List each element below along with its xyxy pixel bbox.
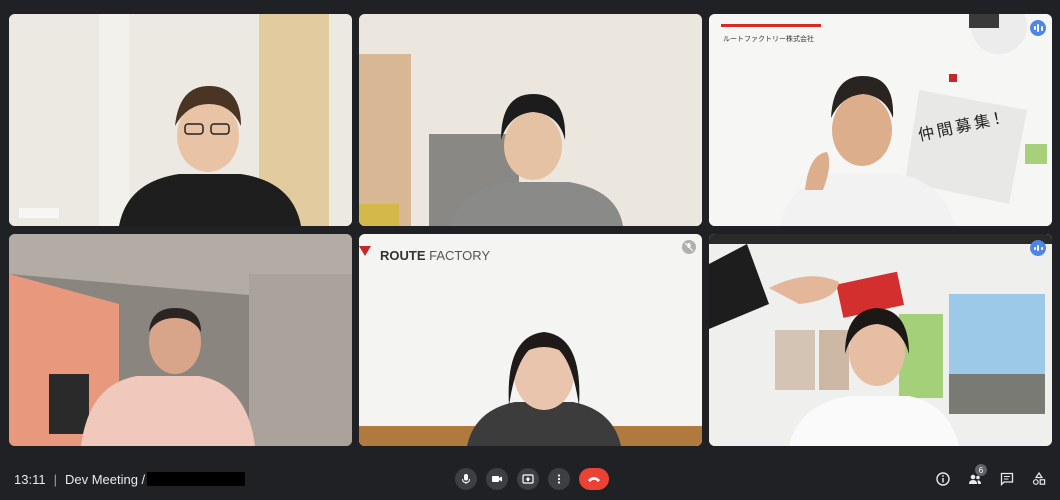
participant-video-5 bbox=[359, 234, 702, 446]
participant-tile-3[interactable]: ルートファクトリー株式会社 仲間募集！ bbox=[709, 14, 1052, 226]
muted-microphone-icon bbox=[682, 240, 696, 254]
participant-tile-2[interactable] bbox=[359, 14, 702, 226]
people-button[interactable]: 6 bbox=[966, 464, 987, 488]
meeting-time: 13:11 bbox=[14, 471, 46, 487]
end-call-icon bbox=[588, 477, 600, 482]
present-screen-button[interactable] bbox=[517, 468, 539, 490]
participant-tile-5[interactable]: ROUTE FACTORY bbox=[359, 234, 702, 446]
more-options-button[interactable] bbox=[548, 468, 570, 490]
participant-video-1 bbox=[9, 14, 352, 226]
activities-icon bbox=[1032, 472, 1046, 485]
meeting-separator: | bbox=[53, 471, 57, 487]
participant-video-4 bbox=[9, 234, 352, 446]
participant-video-2 bbox=[359, 14, 702, 226]
microphone-icon bbox=[462, 474, 470, 484]
chat-icon bbox=[1000, 472, 1014, 486]
company-banner-text: ルートファクトリー株式会社 bbox=[723, 36, 814, 43]
microphone-button[interactable] bbox=[455, 468, 477, 490]
chat-button[interactable] bbox=[998, 470, 1016, 488]
camera-icon bbox=[492, 476, 502, 482]
info-icon bbox=[936, 472, 950, 486]
logo-light-text: FACTORY bbox=[429, 248, 491, 263]
participant-video-6 bbox=[709, 234, 1052, 446]
participant-tile-6[interactable] bbox=[709, 234, 1052, 446]
participant-count-badge: 6 bbox=[975, 464, 987, 476]
meeting-info: 13:11 | Dev Meeting / bbox=[14, 458, 246, 500]
end-call-button[interactable] bbox=[579, 468, 609, 490]
bottom-toolbar: 13:11 | Dev Meeting / 6 bbox=[0, 458, 1060, 500]
present-screen-icon bbox=[522, 474, 534, 484]
meeting-details-button[interactable] bbox=[934, 470, 952, 488]
participant-tile-4[interactable] bbox=[9, 234, 352, 446]
side-panel-controls: 6 bbox=[934, 458, 1048, 500]
video-grid: ルートファクトリー株式会社 仲間募集！ ROUTE FACTORY bbox=[0, 0, 1060, 458]
participant-tile-1[interactable] bbox=[9, 14, 352, 226]
speaking-indicator-icon bbox=[1030, 20, 1046, 36]
camera-button[interactable] bbox=[486, 468, 508, 490]
call-controls bbox=[455, 458, 609, 500]
redacted-block bbox=[147, 472, 246, 486]
activities-button[interactable] bbox=[1030, 470, 1048, 488]
meeting-title: Dev Meeting / bbox=[64, 471, 146, 487]
company-logo: ROUTE FACTORY bbox=[380, 248, 490, 263]
speaking-indicator-icon bbox=[1030, 240, 1046, 256]
logo-bold-text: ROUTE bbox=[380, 248, 426, 263]
more-options-icon bbox=[557, 474, 561, 484]
